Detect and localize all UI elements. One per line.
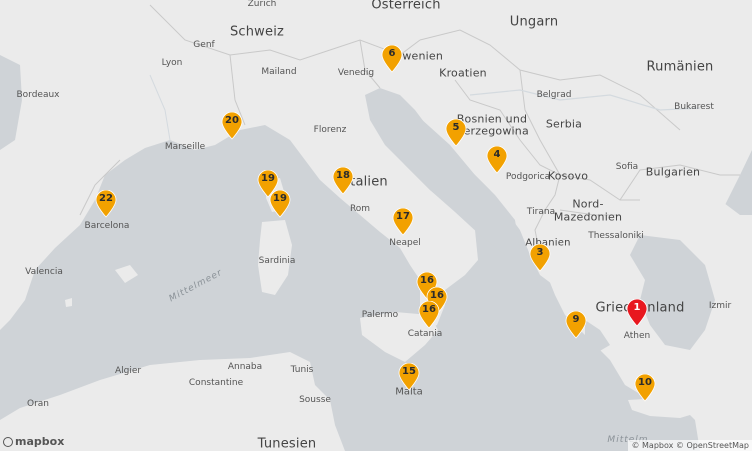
marker-3[interactable]: 3	[529, 244, 551, 272]
marker-4[interactable]: 4	[486, 146, 508, 174]
map[interactable]: Österreich Schweiz Ungarn Slowenien Kroa…	[0, 0, 752, 451]
marker-1[interactable]: 1	[626, 299, 648, 327]
marker-19[interactable]: 19	[269, 190, 291, 218]
marker-6[interactable]: 6	[381, 45, 403, 73]
marker-9[interactable]: 9	[565, 311, 587, 339]
marker-16[interactable]: 16	[418, 301, 440, 329]
marker-10[interactable]: 10	[634, 374, 656, 402]
mapbox-logo-text: mapbox	[15, 435, 65, 448]
marker-5[interactable]: 5	[445, 119, 467, 147]
marker-17[interactable]: 17	[392, 208, 414, 236]
marker-20[interactable]: 20	[221, 112, 243, 140]
mapbox-logo-icon	[3, 437, 13, 447]
mapbox-logo[interactable]: mapbox	[3, 435, 64, 448]
marker-22[interactable]: 22	[95, 190, 117, 218]
marker-18[interactable]: 18	[332, 167, 354, 195]
map-attribution[interactable]: © Mapbox © OpenStreetMap	[628, 440, 752, 451]
marker-15[interactable]: 15	[398, 363, 420, 391]
